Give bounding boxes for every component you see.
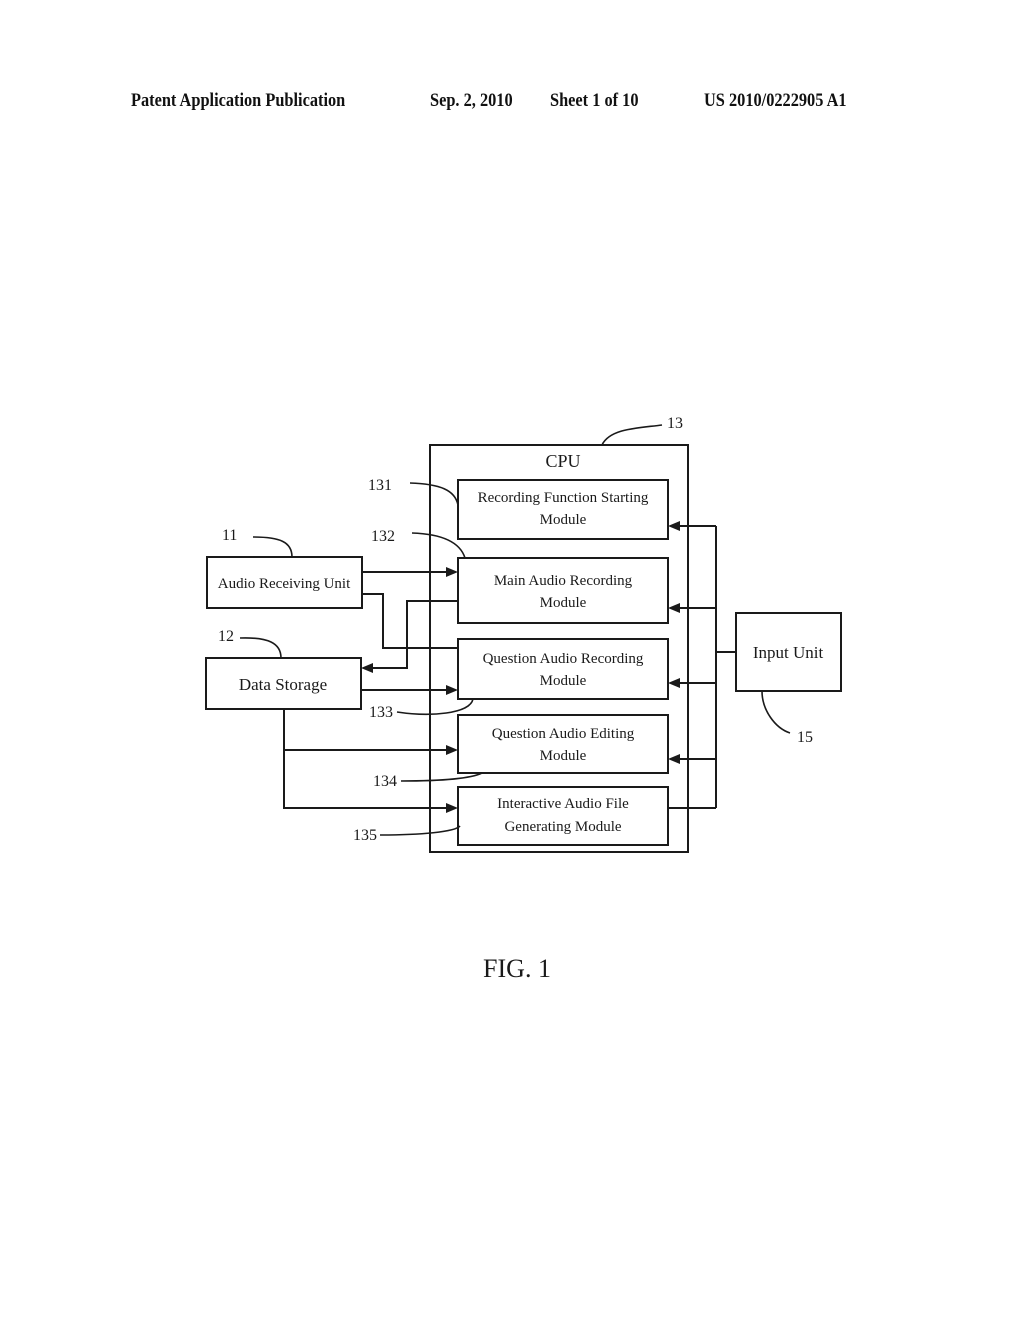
figure-caption: FIG. 1 (483, 954, 551, 983)
data-storage-label: Data Storage (239, 675, 327, 694)
module-box (457, 557, 669, 624)
module-label-line2: Module (540, 673, 587, 689)
module-ref: 135 (353, 827, 377, 844)
module-label-line1: Question Audio Recording (483, 651, 644, 667)
module-box (457, 714, 669, 774)
module-135: Interactive Audio File Generating Module… (353, 786, 669, 846)
module-box (457, 638, 669, 700)
input-unit: Input Unit 15 (735, 612, 842, 746)
audio-receiving-unit-label: Audio Receiving Unit (218, 576, 351, 592)
module-label-line2: Module (540, 512, 587, 528)
arrowhead (361, 663, 373, 673)
module-ref: 133 (369, 704, 393, 721)
input-unit-label: Input Unit (753, 643, 824, 662)
module-ref: 131 (368, 477, 392, 494)
module-label-line2: Generating Module (504, 819, 621, 835)
module-box (457, 479, 669, 540)
audio-receiving-unit: Audio Receiving Unit 11 (206, 527, 363, 609)
module-label-line2: Module (540, 595, 587, 611)
data-storage: Data Storage 12 (205, 628, 362, 710)
module-ref: 132 (371, 528, 395, 545)
cpu-leader-line (601, 424, 663, 446)
cpu-label: CPU (545, 451, 580, 471)
module-131: Recording Function Starting Module 131 (368, 477, 669, 540)
cpu-ref: 13 (667, 415, 683, 432)
module-ref: 134 (373, 773, 397, 790)
connector-storage-to-generating (283, 709, 448, 809)
module-label-line1: Recording Function Starting (478, 490, 649, 506)
audio-receiving-unit-ref: 11 (222, 527, 237, 544)
input-unit-leader-line (761, 690, 791, 734)
module-label-line2: Module (540, 748, 587, 764)
audio-receiving-unit-leader-line (252, 536, 293, 558)
module-label-line1: Interactive Audio File (497, 796, 629, 812)
block-diagram: CPU 13 Recording Function Starting Modul… (205, 415, 842, 983)
data-storage-leader-line (239, 637, 282, 659)
module-label-line1: Question Audio Editing (492, 726, 635, 742)
module-label-line1: Main Audio Recording (494, 573, 633, 589)
data-storage-ref: 12 (218, 628, 234, 645)
input-unit-ref: 15 (797, 729, 813, 746)
